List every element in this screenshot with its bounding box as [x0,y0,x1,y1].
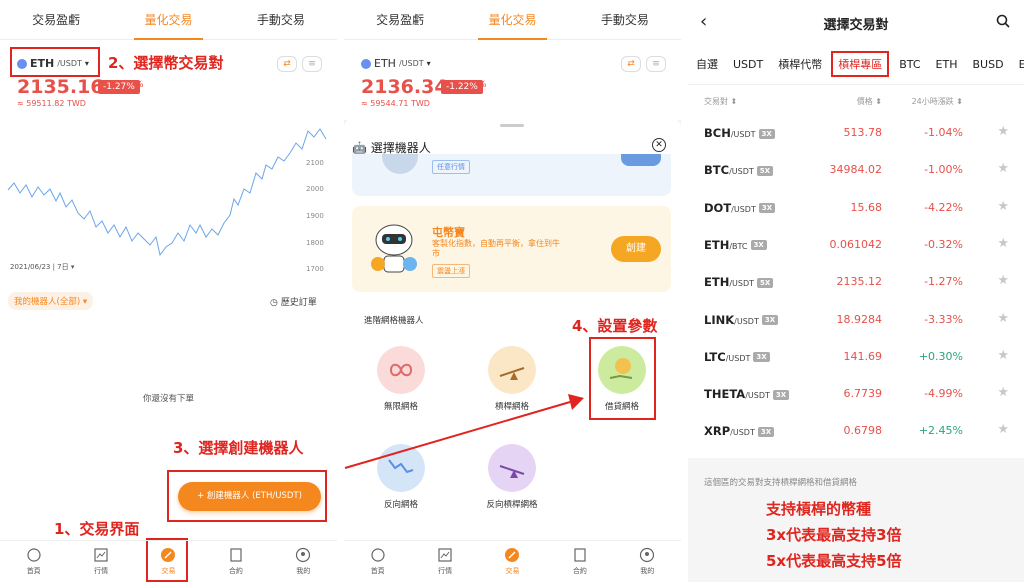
pair-quote: /USDT [730,130,756,139]
leverage-badge: 3X [757,426,775,437]
pair-quote: /USDT [725,353,751,363]
pair-base: DOT [704,200,732,215]
pair-price: 141.69 [843,349,883,363]
pair-price: 6.7739 [843,387,883,401]
tab-btc[interactable]: BTC [899,58,920,71]
pair-symbol: THETA/USDT 3X [704,387,790,402]
star-icon[interactable]: ★ [997,124,1009,139]
pair-quote: /USDT [731,204,756,214]
pair-quote: /USDT [730,428,755,438]
table-row[interactable]: ETH/USDT 5X 2135.12 -1.27% ★ [688,264,1024,301]
star-icon[interactable]: ★ [997,199,1009,214]
table-row[interactable]: DOT/USDT 3X 15.68 -4.22% ★ [688,190,1024,227]
pair-change: +0.30% [918,349,963,363]
col-price[interactable]: 價格 ⬍ [857,96,882,107]
leverage-badge: 3X [772,389,790,400]
leverage-badge: 5X [757,277,774,288]
pair-price: 2135.12 [836,275,883,289]
pair-base: BCH [704,126,731,140]
leverage-badge: 5X [756,165,774,176]
table-row[interactable]: BTC/USDT 5X 34984.02 -1.00% ★ [688,152,1024,189]
page-title: 選擇交易對 [823,18,889,33]
pair-base: XRP [704,424,731,439]
table-row[interactable]: THETA/USDT 3X 6.7739 -4.99% ★ [688,376,1024,413]
table-row[interactable]: LTC/USDT 3X 141.69 +0.30% ★ [688,339,1024,376]
pair-symbol: DOT/USDT 3X [704,200,776,215]
pair-price: 15.68 [850,200,883,214]
tab-favorites[interactable]: 自選 [696,56,718,72]
pair-select-screen: ‹ 選擇交易對 自選 USDT 槓桿代幣 槓桿專區 BTC ETH BUSD E… [688,0,1024,582]
pair-change: -1.04% [924,126,963,139]
pair-symbol: LTC/USDT 3X [704,350,770,364]
star-icon[interactable]: ★ [997,348,1009,363]
pair-price: 0.061042 [829,237,883,251]
pair-price: 18.9284 [836,312,883,326]
leverage-badge: 3X [750,240,767,251]
leverage-badge: 3X [758,203,776,214]
tab-eth[interactable]: ETH [936,58,958,71]
pair-price: 513.78 [843,126,883,139]
pair-symbol: ETH/BTC 3X [704,238,767,252]
table-row[interactable]: ETH/BTC 3X 0.061042 -0.32% ★ [688,227,1024,264]
star-icon[interactable]: ★ [997,273,1009,288]
table-row[interactable]: LINK/USDT 3X 18.9284 -3.33% ★ [688,302,1024,339]
pair-symbol: BCH/USDT 3X [704,126,775,140]
star-icon[interactable]: ★ [997,385,1009,400]
pair-base: LINK [704,312,735,327]
col-change[interactable]: 24小時漲跌 ⬍ [912,96,963,107]
tab-leverage-zone[interactable]: 槓桿專區 [831,51,890,77]
star-icon[interactable]: ★ [997,311,1009,326]
leverage-badge: 3X [758,128,775,139]
pair-change: -0.32% [924,237,963,251]
pair-symbol: XRP/USDT 3X [704,424,775,439]
star-icon[interactable]: ★ [997,161,1009,176]
pair-change: -3.33% [924,312,963,326]
pair-quote: /USDT [734,316,759,326]
pair-base: THETA [704,387,746,402]
table-row[interactable]: BCH/USDT 3X 513.78 -1.04% ★ [688,115,1024,152]
pair-price: 34984.02 [829,163,883,177]
pair-base: LTC [704,349,726,364]
footer-note: 這個區的交易對支持槓桿網格和借貸網格 [704,478,858,488]
search-icon[interactable] [996,14,1010,28]
star-icon[interactable]: ★ [997,422,1009,437]
pair-change: -1.27% [924,275,963,289]
pair-change: -4.22% [924,200,963,214]
pair-quote: /USDT [745,391,770,401]
table-row[interactable]: XRP/USDT 3X 0.6798 +2.45% ★ [688,413,1024,450]
pair-quote: /USDT [729,279,755,289]
pair-symbol: LINK/USDT 3X [704,312,779,327]
pair-change: -1.00% [924,163,963,177]
tab-busd[interactable]: BUSD [973,58,1004,71]
annotation-line: 3x代表最高支持3倍 [766,526,902,544]
annotation-line: 支持槓桿的幣種 [766,500,872,518]
pair-symbol: ETH/USDT 5X [704,275,774,290]
pair-price: 0.6798 [843,424,883,438]
leverage-badge: 3X [761,315,779,325]
pair-symbol: BTC/USDT 5X [704,163,774,178]
market-tabs: 自選 USDT 槓桿代幣 槓桿專區 BTC ETH BUSD E [688,51,1024,77]
pair-quote: /BTC [729,241,748,251]
pair-base: ETH [704,275,730,290]
tab-more[interactable]: E [1019,58,1024,71]
leverage-badge: 3X [753,352,770,363]
pair-change: -4.99% [924,387,963,401]
pair-quote: /USDT [729,167,754,177]
tab-leverage-tokens[interactable]: 槓桿代幣 [778,56,822,72]
star-icon[interactable]: ★ [997,236,1009,251]
col-pair[interactable]: 交易對 ⬍ [704,96,737,107]
divider [688,84,1024,85]
pair-base: BTC [704,163,730,178]
pair-base: ETH [704,237,730,252]
pair-change: +2.45% [918,424,963,438]
tab-usdt[interactable]: USDT [733,58,763,71]
annotation-line: 5x代表最高支持5倍 [766,552,902,570]
table-header: 交易對 ⬍ 價格 ⬍ 24小時漲跌 ⬍ [688,96,1024,108]
